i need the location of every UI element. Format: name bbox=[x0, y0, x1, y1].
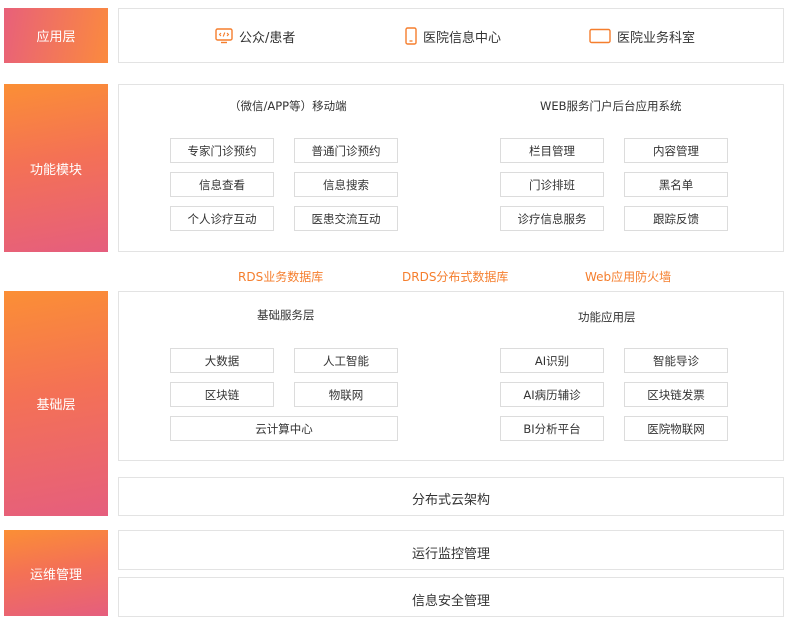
base-item-smart-triage[interactable]: 智能导诊 bbox=[624, 348, 728, 373]
function-item-column-management[interactable]: 栏目管理 bbox=[500, 138, 604, 163]
function-module-panel: （微信/APP等）移动端 WEB服务门户后台应用系统 专家门诊预约 普通门诊预约… bbox=[118, 84, 784, 252]
function-item-personal-interaction[interactable]: 个人诊疗互动 bbox=[170, 206, 274, 231]
function-item-blacklist[interactable]: 黑名单 bbox=[624, 172, 728, 197]
function-item-expert-appointment[interactable]: 专家门诊预约 bbox=[170, 138, 274, 163]
layer-label-base: 基础层 bbox=[4, 291, 108, 516]
phone-icon bbox=[405, 27, 417, 45]
layer-label-app-text: 应用层 bbox=[36, 30, 76, 45]
security-bar: 信息安全管理 bbox=[118, 577, 784, 617]
function-item-tracking-feedback[interactable]: 跟踪反馈 bbox=[624, 206, 728, 231]
base-item-big-data[interactable]: 大数据 bbox=[170, 348, 274, 373]
function-item-content-management[interactable]: 内容管理 bbox=[624, 138, 728, 163]
base-service-title: 基础服务层 bbox=[257, 308, 315, 322]
app-entry-public-label: 公众/患者 bbox=[239, 30, 296, 46]
base-item-blockchain[interactable]: 区块链 bbox=[170, 382, 274, 407]
cloud-architecture-bar: 分布式云架构 bbox=[118, 477, 784, 516]
layer-label-ops-text: 运维管理 bbox=[29, 567, 82, 583]
app-entry-info-center-label: 医院信息中心 bbox=[423, 30, 502, 46]
base-item-cloud-center[interactable]: 云计算中心 bbox=[170, 416, 398, 441]
db-waf: Web应用防火墙 bbox=[585, 270, 672, 284]
base-item-blockchain-invoice[interactable]: 区块链发票 bbox=[624, 382, 728, 407]
tablet-icon bbox=[589, 28, 611, 44]
web-section-title: WEB服务门户后台应用系统 bbox=[540, 99, 682, 113]
base-layer-panel: 基础服务层 功能应用层 大数据 人工智能 区块链 物联网 云计算中心 AI识别 … bbox=[118, 291, 784, 461]
app-entry-departments-label: 医院业务科室 bbox=[617, 30, 696, 46]
layer-label-base-text: 基础层 bbox=[36, 398, 76, 413]
base-item-bi-platform[interactable]: BI分析平台 bbox=[500, 416, 604, 441]
app-entry-departments: 医院业务科室 bbox=[589, 23, 695, 49]
security-label: 信息安全管理 bbox=[411, 594, 490, 609]
base-function-title: 功能应用层 bbox=[578, 310, 636, 324]
function-item-info-search[interactable]: 信息搜索 bbox=[294, 172, 398, 197]
app-entry-info-center: 医院信息中心 bbox=[405, 23, 501, 49]
layer-label-app: 应用层 bbox=[4, 8, 108, 63]
function-item-diagnosis-service[interactable]: 诊疗信息服务 bbox=[500, 206, 604, 231]
base-item-ai[interactable]: 人工智能 bbox=[294, 348, 398, 373]
app-entry-public: 公众/患者 bbox=[215, 23, 295, 49]
function-item-general-appointment[interactable]: 普通门诊预约 bbox=[294, 138, 398, 163]
function-item-clinic-schedule[interactable]: 门诊排班 bbox=[500, 172, 604, 197]
layer-label-ops: 运维管理 bbox=[4, 530, 108, 616]
db-rds: RDS业务数据库 bbox=[238, 270, 324, 284]
cloud-architecture-label: 分布式云架构 bbox=[411, 493, 490, 508]
base-item-iot[interactable]: 物联网 bbox=[294, 382, 398, 407]
base-item-ai-record-diagnosis[interactable]: AI病历辅诊 bbox=[500, 382, 604, 407]
layer-label-function: 功能模块 bbox=[4, 84, 108, 252]
base-item-hospital-iot[interactable]: 医院物联网 bbox=[624, 416, 728, 441]
app-layer-panel: 公众/患者 医院信息中心 医院业务科室 bbox=[118, 8, 784, 63]
db-drds: DRDS分布式数据库 bbox=[402, 270, 509, 284]
monitor-code-icon bbox=[215, 28, 233, 44]
layer-label-function-text: 功能模块 bbox=[29, 162, 82, 178]
monitoring-label: 运行监控管理 bbox=[411, 547, 490, 562]
function-item-doctor-patient-interaction[interactable]: 医患交流互动 bbox=[294, 206, 398, 231]
base-item-ai-recognition[interactable]: AI识别 bbox=[500, 348, 604, 373]
function-item-info-view[interactable]: 信息查看 bbox=[170, 172, 274, 197]
monitoring-bar: 运行监控管理 bbox=[118, 530, 784, 570]
mobile-section-title: （微信/APP等）移动端 bbox=[229, 99, 347, 113]
